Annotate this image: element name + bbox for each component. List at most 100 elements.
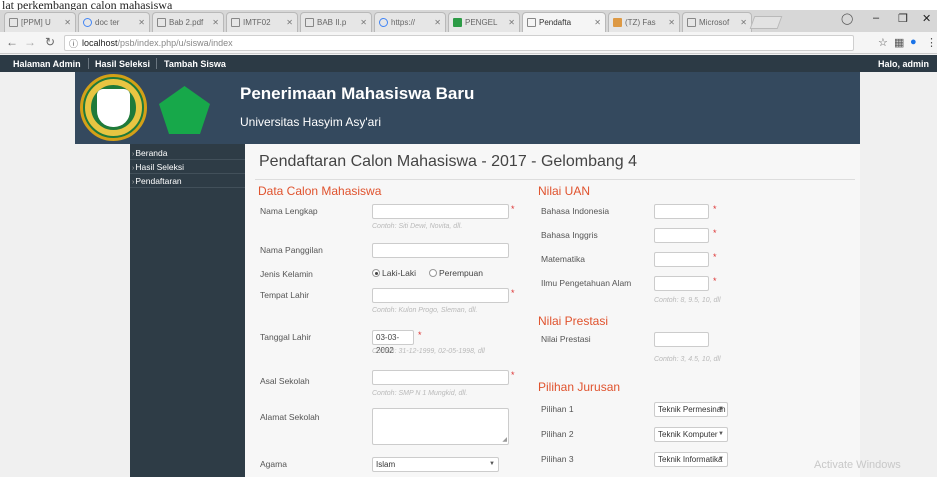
label-nama-lengkap: Nama Lengkap <box>260 206 318 216</box>
label-alamat-sekolah: Alamat Sekolah <box>260 412 320 422</box>
chevron-down-icon: ▼ <box>718 456 724 462</box>
label-pilihan-1: Pilihan 1 <box>541 404 574 414</box>
browser-tab[interactable]: [PPM] U ✕ <box>4 12 76 32</box>
browser-tab[interactable]: PENGEL ✕ <box>448 12 520 32</box>
bahasa-indonesia-input[interactable] <box>654 204 709 219</box>
page-body: Penerimaan Mahasiswa Baru Universitas Ha… <box>0 72 937 477</box>
nav-tambah-siswa[interactable]: Tambah Siswa <box>164 59 226 69</box>
tanggal-lahir-input[interactable]: 03-03-2002 <box>372 330 414 355</box>
url-input[interactable]: ⓘ localhost/psb/index.php/u/siswa/index <box>64 35 854 51</box>
radio-perempuan[interactable]: Perempuan <box>429 268 483 278</box>
close-icon[interactable]: ✕ <box>138 18 145 27</box>
hint-nilai-prestasi: Contoh: 3, 4.5, 10, dll <box>654 356 721 363</box>
extension-icon[interactable]: ▦ <box>894 36 904 49</box>
label-tempat-lahir: Tempat Lahir <box>260 290 310 300</box>
profile-icon[interactable]: ◯ <box>841 12 853 25</box>
close-icon[interactable]: ✕ <box>212 18 219 27</box>
label-jenis-kelamin: Jenis Kelamin <box>260 269 313 279</box>
label-ipa: Ilmu Pengetahuan Alam <box>541 278 632 288</box>
google-icon <box>379 18 388 27</box>
close-window-button[interactable]: ✕ <box>922 12 931 25</box>
browser-tab[interactable]: BAB II.p ✕ <box>300 12 372 32</box>
bahasa-inggris-input[interactable] <box>654 228 709 243</box>
maximize-button[interactable]: ❐ <box>898 12 908 25</box>
sidebar-item-beranda[interactable]: ›Beranda <box>130 147 245 160</box>
menu-icon[interactable]: ⋮ <box>926 36 937 49</box>
matematika-input[interactable] <box>654 252 709 267</box>
required-marker: * <box>713 252 717 262</box>
nama-lengkap-input[interactable] <box>372 204 509 219</box>
divider <box>156 58 157 69</box>
new-tab-button[interactable] <box>749 16 783 29</box>
nama-panggilan-input[interactable] <box>372 243 509 258</box>
hint-nilai-uan: Contoh: 8, 9.5, 10, dll <box>654 297 721 304</box>
label-nama-panggilan: Nama Panggilan <box>260 245 323 255</box>
browser-tab[interactable]: https://✕ <box>374 12 446 32</box>
hint-nama-lengkap: Contoh: Siti Dewi, Novita, dll. <box>372 223 463 230</box>
required-marker: * <box>713 276 717 286</box>
page-icon <box>231 18 240 27</box>
label-tanggal-lahir: Tanggal Lahir <box>260 332 312 342</box>
resize-grip-icon[interactable]: ◢ <box>502 436 507 443</box>
radio-laki-laki[interactable]: Laki-Laki <box>372 268 416 278</box>
section-nilai-uan: Nilai UAN <box>538 184 591 198</box>
page-caption: lat perkembangan calon mahasiswa <box>0 0 937 10</box>
nav-hasil-seleksi[interactable]: Hasil Seleksi <box>95 59 150 69</box>
asal-sekolah-input[interactable] <box>372 370 509 385</box>
browser-tab[interactable]: doc ter ✕ <box>78 12 150 32</box>
pilihan-2-select[interactable]: Teknik Komputer Jarir▼ <box>654 427 728 442</box>
chevron-down-icon: ▼ <box>718 406 724 412</box>
browser-tab[interactable]: (TZ) Fas ✕ <box>608 12 680 32</box>
browser-tab[interactable]: Bab 2.pdf ✕ <box>152 12 224 32</box>
sidebar-item-hasil-seleksi[interactable]: ›Hasil Seleksi <box>130 161 245 174</box>
ipa-input[interactable] <box>654 276 709 291</box>
hint-asal-sekolah: Contoh: SMP N 1 Mungkid, dll. <box>372 390 468 397</box>
chevron-down-icon: ▼ <box>489 461 495 467</box>
page-icon <box>305 18 314 27</box>
pilihan-3-select[interactable]: Teknik Informatika ▼ <box>654 452 728 467</box>
alamat-sekolah-textarea[interactable]: ◢ <box>372 408 509 445</box>
site-title: Penerimaan Mahasiswa Baru <box>240 84 475 103</box>
forward-icon[interactable]: → <box>24 35 36 49</box>
required-marker: * <box>418 330 422 340</box>
agama-select[interactable]: Islam ▼ <box>372 457 499 472</box>
label-pilihan-3: Pilihan 3 <box>541 454 574 464</box>
nilai-prestasi-input[interactable] <box>654 332 709 347</box>
chrome-extension-icon[interactable]: ● <box>910 36 917 48</box>
close-icon[interactable]: ✕ <box>594 18 601 27</box>
back-icon[interactable]: ← <box>6 35 18 49</box>
nav-halaman-admin[interactable]: Halaman Admin <box>13 59 81 69</box>
pilihan-1-select[interactable]: Teknik Permesinan ▼ <box>654 402 728 417</box>
minimize-button[interactable]: – <box>873 12 879 24</box>
browser-tab-strip: [PPM] U ✕ doc ter ✕ Bab 2.pdf ✕ IMTF02 ✕ BAB… <box>0 10 937 32</box>
close-icon[interactable]: ✕ <box>508 18 515 27</box>
sidebar-item-pendaftaran[interactable]: ›Pendaftaran <box>130 175 245 188</box>
site-subtitle: Universitas Hasyim Asy'ari <box>240 115 381 129</box>
reload-icon[interactable]: ↻ <box>45 35 55 49</box>
section-data-calon: Data Calon Mahasiswa <box>258 184 382 198</box>
address-bar-row: ← → ↻ ⓘ localhost/psb/index.php/u/siswa/… <box>0 32 937 54</box>
info-icon[interactable]: ⓘ <box>69 37 78 50</box>
close-icon[interactable]: ✕ <box>740 18 747 27</box>
browser-tab-active[interactable]: Pendafta ✕ <box>522 12 606 32</box>
bookmark-star-icon[interactable]: ☆ <box>878 36 888 49</box>
pentagon-logo <box>159 86 210 134</box>
user-greeting[interactable]: Halo, admin <box>878 59 929 69</box>
close-icon[interactable]: ✕ <box>286 18 293 27</box>
label-asal-sekolah: Asal Sekolah <box>260 376 310 386</box>
browser-tab[interactable]: IMTF02 ✕ <box>226 12 298 32</box>
close-icon[interactable]: ✕ <box>434 18 441 27</box>
label-pilihan-2: Pilihan 2 <box>541 429 574 439</box>
close-icon[interactable]: ✕ <box>668 18 675 27</box>
label-bahasa-inggris: Bahasa Inggris <box>541 230 598 240</box>
close-icon[interactable]: ✕ <box>360 18 367 27</box>
close-icon[interactable]: ✕ <box>64 18 71 27</box>
tempat-lahir-input[interactable] <box>372 288 509 303</box>
radio-checked-icon <box>372 269 380 277</box>
page-title: Pendaftaran Calon Mahasiswa - 2017 - Gel… <box>259 153 637 170</box>
google-icon <box>83 18 92 27</box>
page-icon <box>157 18 166 27</box>
browser-tab[interactable]: Microsof ✕ <box>682 12 752 32</box>
required-marker: * <box>511 288 515 298</box>
header-banner: Penerimaan Mahasiswa Baru Universitas Ha… <box>75 72 860 144</box>
